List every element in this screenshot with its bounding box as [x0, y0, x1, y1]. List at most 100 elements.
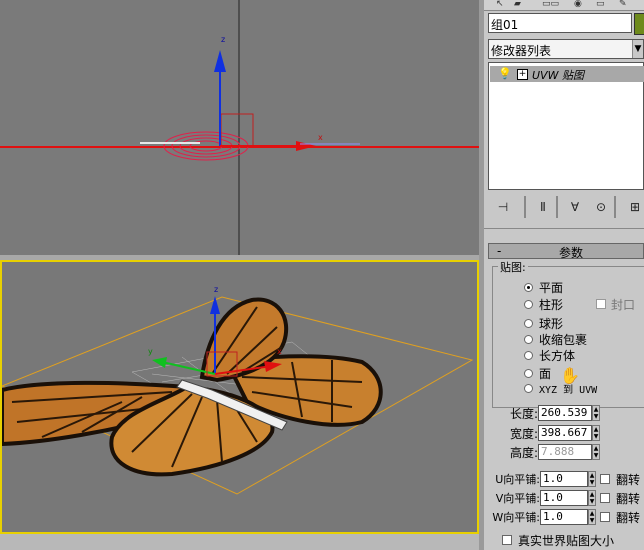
chevron-down-icon: ▼: [632, 40, 643, 58]
svg-text:y: y: [148, 347, 153, 356]
top-viewport[interactable]: z x: [0, 0, 479, 255]
svg-text:z: z: [221, 35, 225, 44]
hierarchy-tab-icon[interactable]: ▭▭: [542, 0, 559, 9]
svg-text:z: z: [214, 285, 218, 294]
mapping-planar[interactable]: 平面: [524, 279, 563, 295]
u-flip-checkbox[interactable]: [600, 474, 610, 484]
u-tile-row: U向平铺: 1.0 ▲ ▼ 翻转: [492, 470, 640, 488]
real-world-map-size[interactable]: 真实世界贴图大小: [502, 532, 614, 548]
radio-button[interactable]: [524, 282, 533, 292]
motion-tab-icon[interactable]: ◉: [574, 0, 582, 9]
spinner-arrows-icon[interactable]: ▲ ▼: [592, 405, 600, 421]
v-tile-spinner[interactable]: 1.0: [540, 490, 588, 506]
radio-button[interactable]: [524, 350, 533, 360]
panel-divider: [484, 228, 644, 229]
spinner-arrows-icon[interactable]: ▲ ▼: [592, 444, 600, 460]
perspective-canvas: z x y: [2, 285, 474, 495]
modifier-stack[interactable]: 💡 + UVW 贴图: [488, 62, 644, 190]
svg-text:x: x: [318, 133, 323, 142]
transform-gizmo-top[interactable]: z x: [214, 35, 360, 151]
v-flip-checkbox[interactable]: [600, 493, 610, 503]
mapping-shrinkwrap-label: 收缩包裹: [539, 332, 588, 347]
object-name-value: 组01: [491, 18, 519, 32]
toolbar-divider: [556, 196, 558, 218]
length-label: 长度:: [509, 406, 538, 421]
length-spinner[interactable]: 260.539: [538, 405, 592, 421]
mapping-box-label: 长方体: [539, 348, 576, 363]
w-flip-label: 翻转: [616, 510, 641, 525]
parameters-rollout-header[interactable]: - 参数: [488, 243, 644, 260]
w-tile-row: W向平铺: 1.0 ▲ ▼ 翻转: [492, 508, 640, 526]
command-panel: ↖ ▰ ▭▭ ◉ ▭ ✎ 组01 修改器列表 ▼ 💡 + UVW 贴图 ⊣ Ⅱ …: [484, 0, 644, 550]
expand-icon[interactable]: +: [517, 69, 528, 80]
svg-text:x: x: [277, 347, 282, 356]
radio-button[interactable]: [524, 299, 533, 309]
w-tile-label: W向平铺:: [492, 511, 540, 524]
width-row: 宽度: 398.667 ▲ ▼: [504, 424, 600, 442]
w-flip-checkbox[interactable]: [600, 512, 610, 522]
w-tile-spinner[interactable]: 1.0: [540, 509, 588, 525]
height-row: 高度: 7.888 ▲ ▼: [504, 443, 600, 461]
create-tab-icon[interactable]: ↖: [496, 0, 504, 9]
hand-cursor-icon: ✋: [560, 366, 580, 385]
spinner-arrows-icon[interactable]: ▲ ▼: [588, 509, 596, 525]
height-spinner[interactable]: 7.888: [538, 444, 592, 460]
u-tile-label: U向平铺:: [495, 473, 540, 486]
spinner-arrows-icon[interactable]: ▲ ▼: [588, 490, 596, 506]
cap-checkbox[interactable]: 封口: [596, 296, 635, 312]
lightbulb-icon[interactable]: 💡: [498, 66, 512, 82]
object-color-swatch[interactable]: [634, 13, 644, 35]
v-tile-row: V向平铺: 1.0 ▲ ▼ 翻转: [492, 489, 640, 507]
radio-button[interactable]: [524, 383, 533, 393]
utilities-tab-icon[interactable]: ✎: [619, 0, 627, 9]
mapping-box[interactable]: 长方体: [524, 347, 575, 363]
butterfly-model[interactable]: [2, 297, 383, 477]
pin-stack-icon[interactable]: ⊣: [494, 198, 512, 216]
width-label: 宽度:: [509, 426, 538, 441]
height-label: 高度:: [509, 445, 538, 460]
mapping-group-label: 贴图:: [498, 259, 528, 275]
rollout-toggle: -: [497, 244, 502, 258]
radio-button[interactable]: [524, 318, 533, 328]
real-world-label: 真实世界贴图大小: [518, 533, 615, 548]
top-viewport-canvas: z x: [0, 0, 479, 255]
command-panel-tabs: ↖ ▰ ▭▭ ◉ ▭ ✎: [484, 0, 644, 11]
mapping-cylindrical[interactable]: 柱形: [524, 296, 563, 312]
spinner-arrows-icon[interactable]: ▲ ▼: [592, 425, 600, 441]
rollout-title: 参数: [559, 246, 584, 260]
toolbar-divider: [524, 196, 526, 218]
mapping-spherical-label: 球形: [539, 316, 564, 331]
v-tile-label: V向平铺:: [495, 492, 540, 505]
modify-tab-icon[interactable]: ▰: [514, 0, 521, 9]
mapping-spherical[interactable]: 球形: [524, 315, 563, 331]
mapping-face-label: 面: [539, 366, 552, 381]
u-tile-spinner[interactable]: 1.0: [540, 471, 588, 487]
width-spinner[interactable]: 398.667: [538, 425, 592, 441]
radio-button[interactable]: [524, 334, 533, 344]
checkbox[interactable]: [596, 299, 606, 309]
stack-toolbar: ⊣ Ⅱ ∀ ⊙ ⊞: [488, 194, 644, 220]
make-unique-icon[interactable]: ∀: [566, 198, 584, 216]
modifier-stack-item-uvw[interactable]: 💡 + UVW 贴图: [490, 66, 644, 82]
length-row: 长度: 260.539 ▲ ▼: [504, 404, 600, 422]
uvw-gizmo-top[interactable]: [140, 113, 254, 161]
modifier-list-dropdown[interactable]: 修改器列表 ▼: [488, 39, 644, 59]
viewport-bottom-strip: [0, 534, 479, 550]
toolbar-divider: [614, 196, 616, 218]
spinner-arrows-icon[interactable]: ▲ ▼: [588, 471, 596, 487]
modifier-list-label: 修改器列表: [491, 44, 552, 58]
cap-label: 封口: [611, 297, 636, 312]
u-flip-label: 翻转: [616, 472, 641, 487]
configure-sets-icon[interactable]: ⊞: [626, 198, 644, 216]
object-name-field[interactable]: 组01: [488, 13, 632, 33]
perspective-viewport[interactable]: z x y: [0, 260, 479, 534]
v-flip-label: 翻转: [616, 491, 641, 506]
mapping-shrinkwrap[interactable]: 收缩包裹: [524, 331, 587, 347]
mapping-face[interactable]: 面: [524, 365, 551, 381]
show-end-result-icon[interactable]: Ⅱ: [534, 198, 552, 216]
display-tab-icon[interactable]: ▭: [596, 0, 605, 9]
radio-button[interactable]: [524, 368, 533, 378]
remove-modifier-icon[interactable]: ⊙: [592, 198, 610, 216]
real-world-checkbox[interactable]: [502, 535, 512, 545]
mapping-planar-label: 平面: [539, 280, 564, 295]
